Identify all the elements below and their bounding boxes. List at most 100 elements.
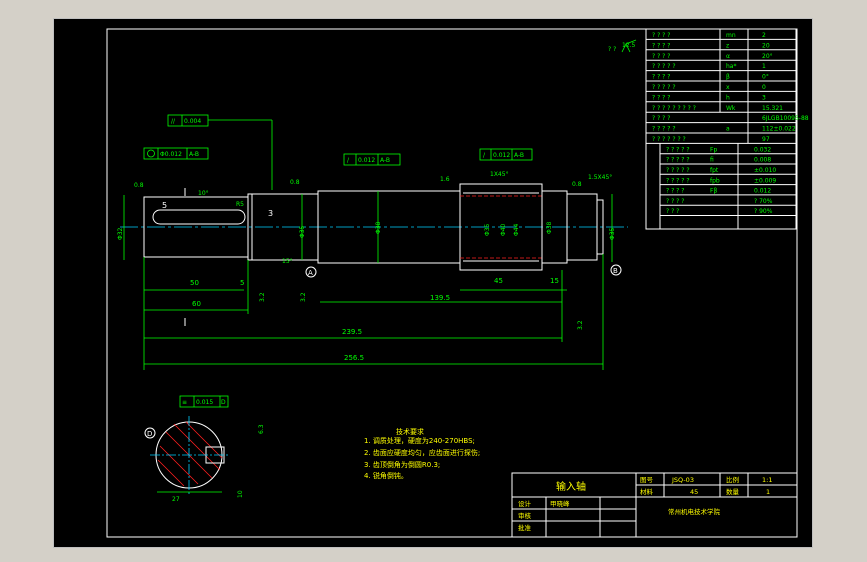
tol-value: ±0.009 bbox=[754, 177, 776, 184]
param-value: 6JLGB10095-88 bbox=[762, 115, 809, 122]
param-symbol: Wk bbox=[726, 105, 736, 112]
ra-0-8-c: 0.8 bbox=[572, 181, 582, 188]
param-value: 15.321 bbox=[762, 105, 783, 112]
param-symbol: β bbox=[726, 74, 730, 81]
param-name: ? ? ? ? bbox=[652, 42, 670, 49]
dim-chamfer-1: 1X45° bbox=[490, 171, 509, 178]
dim-60: 60 bbox=[192, 300, 201, 308]
param-name: ? ? ? ? bbox=[652, 53, 670, 60]
param-name: ? ? ? ? bbox=[652, 115, 670, 122]
tol-name: ? ? ? ? bbox=[666, 188, 684, 195]
tol-value: ±0.010 bbox=[754, 167, 776, 174]
param-value: 2 bbox=[762, 32, 766, 39]
gdt-runout-value: 0.004 bbox=[184, 118, 201, 125]
tol-value: 0.032 bbox=[754, 146, 771, 153]
technical-notes: 技术要求 1. 调质处理，硬度为240-270HBS; 2. 齿面应硬度均匀，应… bbox=[364, 427, 480, 480]
dim-139-5: 139.5 bbox=[430, 294, 450, 302]
tol-name: ? ? ? ? ? bbox=[666, 146, 690, 153]
param-value: 112±0.022 bbox=[762, 126, 796, 133]
param-name: ? ? ? ? bbox=[652, 32, 670, 39]
tol-name: ? ? ? ? ? bbox=[666, 177, 690, 184]
datum-d: D bbox=[147, 430, 152, 438]
material-value: 45 bbox=[690, 488, 698, 496]
note-4: 4. 锐角倒钝。 bbox=[364, 471, 408, 480]
note-1: 1. 调质处理，硬度为240-270HBS; bbox=[364, 436, 475, 445]
dia-38-b: Φ38 bbox=[546, 221, 553, 234]
section-view: ≡ 0.015 D 27 10 bbox=[150, 395, 244, 503]
tol-value: ? 70% bbox=[754, 198, 773, 205]
param-value: 97 bbox=[762, 136, 770, 143]
param-symbol: x bbox=[726, 84, 730, 91]
dia-32: Φ32 bbox=[117, 227, 124, 240]
qty-value: 1 bbox=[766, 488, 770, 496]
tol-symbol: fpb bbox=[710, 177, 720, 184]
dia-35-a: Φ35 bbox=[299, 225, 306, 238]
svg-text:/: / bbox=[483, 152, 486, 159]
svg-text:≡: ≡ bbox=[182, 399, 187, 406]
dim-3: 3 bbox=[268, 209, 273, 218]
svg-text:/: / bbox=[347, 157, 350, 164]
tol-value: 0.012 bbox=[754, 188, 771, 195]
param-name: ? ? ? ? ? bbox=[652, 63, 676, 70]
gdt-datum-ab-2: A-B bbox=[380, 157, 390, 164]
section-sym-tol: 0.015 bbox=[196, 399, 213, 406]
tol-symbol: Fβ bbox=[710, 188, 717, 195]
param-value: 20 bbox=[762, 42, 770, 49]
gdt-perp-value-2: 0.012 bbox=[493, 152, 510, 159]
tol-name: ? ? ? bbox=[666, 208, 679, 215]
cad-drawing: ? ? ? ? mn 2 ? ? ? ? z 20 ? ? ? ? α 20° ? ? ? ? ?… bbox=[106, 28, 809, 538]
datum-markers: A B D bbox=[144, 264, 622, 439]
param-name: ? ? ? ? ? ? ? ? ? bbox=[652, 105, 696, 112]
section-dim-10: 10 bbox=[237, 490, 244, 498]
material-label: 材料 bbox=[640, 487, 654, 496]
school-name: 常州机电技术学院 bbox=[668, 507, 721, 516]
tol-value: ? 90% bbox=[754, 208, 773, 215]
svg-text://: // bbox=[171, 118, 176, 125]
ra-3-2-b: 3.2 bbox=[259, 292, 266, 302]
ra-6-3: 6.3 bbox=[258, 424, 265, 434]
check-label: 审核 bbox=[518, 511, 532, 520]
tol-symbol: fpt bbox=[710, 167, 719, 174]
tol-name: ? ? ? ? ? bbox=[666, 167, 690, 174]
dim-50: 50 bbox=[190, 279, 199, 287]
approve-label: 批准 bbox=[518, 523, 532, 532]
dia-38: Φ38 bbox=[375, 221, 382, 234]
note-2: 2. 齿面应硬度均匀，应齿面进行探伤; bbox=[364, 448, 480, 457]
gdt-datum-ab-1: A-B bbox=[189, 151, 199, 158]
design-label: 设计 bbox=[518, 499, 532, 508]
param-value: 20° bbox=[762, 53, 773, 60]
qty-label: 数量 bbox=[726, 487, 740, 496]
designer-name: 甲晓峰 bbox=[550, 499, 570, 508]
dia-35-c: Φ35 bbox=[609, 227, 616, 240]
section-dim-27: 27 bbox=[172, 496, 180, 503]
gdt-datum-ab-3: A-B bbox=[514, 152, 524, 159]
ra-1-6: 1.6 bbox=[440, 176, 450, 183]
dia-35-b: Φ35 bbox=[484, 223, 491, 236]
ra-0-8-b: 0.8 bbox=[290, 179, 300, 186]
dia-40: Φ40 bbox=[500, 223, 507, 236]
tol-value: 0.008 bbox=[754, 157, 771, 164]
dim-45: 45 bbox=[494, 277, 503, 285]
param-name: ? ? ? ? ? bbox=[652, 126, 676, 133]
tol-name: ? ? ? ? bbox=[666, 198, 684, 205]
roughness-symbols: 0.8 0.8 0.8 1.6 3.2 3.2 3.2 6.3 bbox=[134, 176, 584, 434]
tol-name: ? ? ? ? ? bbox=[666, 157, 690, 164]
tol-symbol: fi bbox=[710, 157, 714, 164]
dim-5-key: 5 bbox=[162, 201, 167, 210]
dia-44: Φ44 bbox=[513, 223, 520, 236]
dim-angle-15: 15° bbox=[282, 258, 293, 265]
param-symbol: ha* bbox=[726, 63, 736, 70]
datum-a: A bbox=[308, 269, 313, 277]
notes-title: 技术要求 bbox=[396, 427, 424, 436]
param-symbol: a bbox=[726, 126, 730, 133]
dim-239-5: 239.5 bbox=[342, 328, 362, 336]
scale-value: 1:1 bbox=[762, 476, 772, 484]
drawing-no: JSQ-03 bbox=[671, 476, 694, 484]
roughness-corner-mark: ? ? 12.5 bbox=[608, 39, 637, 53]
scale-label: 比例 bbox=[726, 475, 739, 484]
param-symbol: mn bbox=[726, 32, 736, 39]
param-symbol: h bbox=[726, 94, 730, 101]
dim-5: 5 bbox=[240, 279, 244, 287]
param-name: ? ? ? ? bbox=[652, 94, 670, 101]
dim-15: 15 bbox=[550, 277, 559, 285]
